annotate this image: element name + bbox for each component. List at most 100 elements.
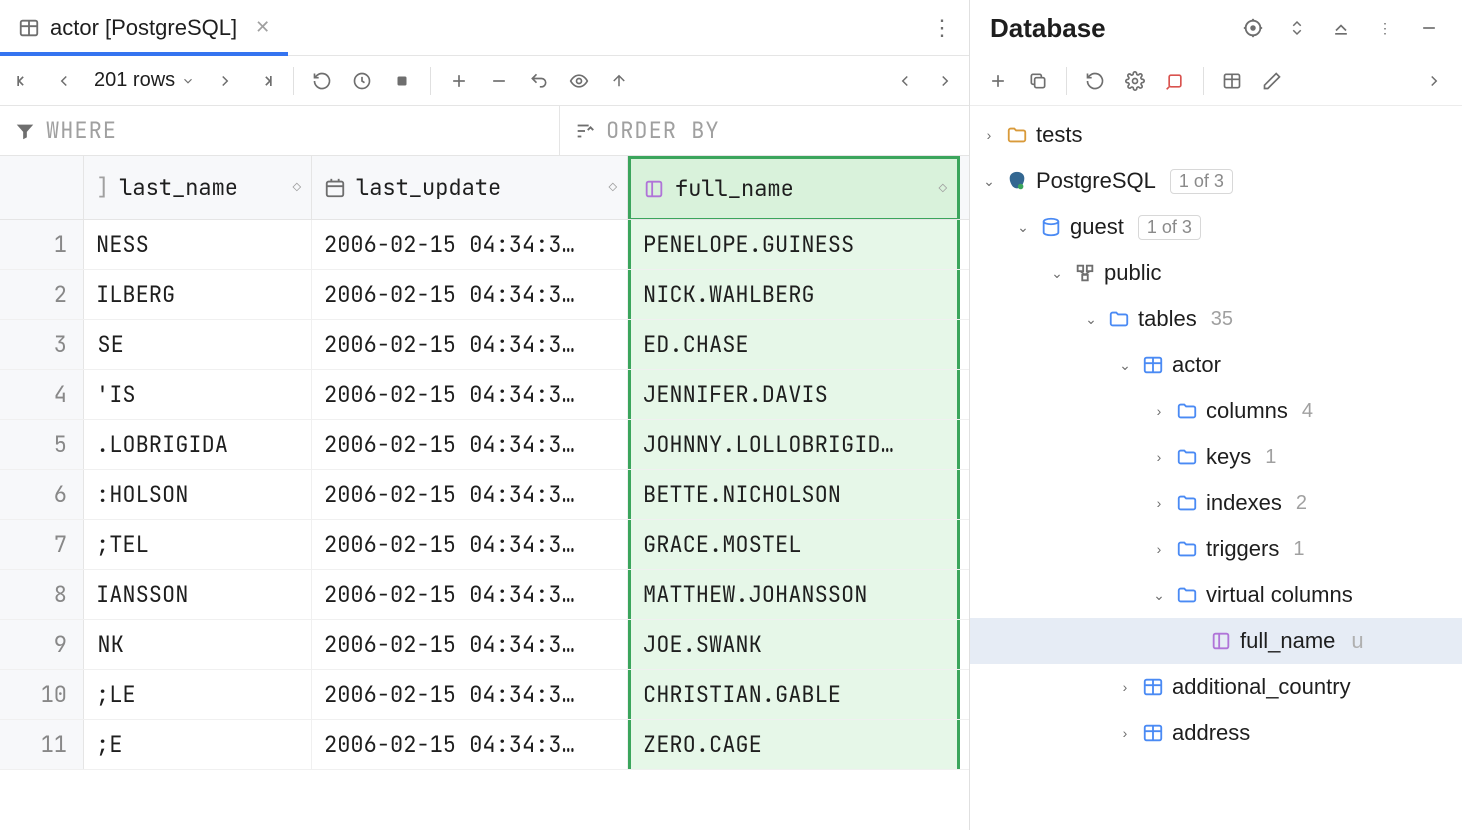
tab-close-icon[interactable]: ✕ <box>255 17 270 38</box>
cell-last-update[interactable]: 2006-02-15 04:34:3… <box>312 370 628 419</box>
cell-last-name[interactable]: ILBERG <box>84 270 312 319</box>
cell-last-name[interactable]: ;LE <box>84 670 312 719</box>
refresh-button[interactable] <box>1077 63 1113 99</box>
table-row[interactable]: 6:HOLSON2006-02-15 04:34:3…BETTE.NICHOLS… <box>0 470 969 520</box>
cell-full-name[interactable]: ZERO.CAGE <box>628 720 960 769</box>
tree-node-guest[interactable]: ⌄ guest 1 of 3 <box>970 204 1462 250</box>
column-rownum[interactable] <box>0 156 84 219</box>
last-page-button[interactable] <box>247 63 283 99</box>
stop-connection-button[interactable] <box>1157 63 1193 99</box>
table-row[interactable]: 11;E2006-02-15 04:34:3…ZERO.CAGE <box>0 720 969 770</box>
cell-full-name[interactable]: BETTE.NICHOLSON <box>628 470 960 519</box>
tree-node-postgresql[interactable]: ⌄ PostgreSQL 1 of 3 <box>970 158 1462 204</box>
next-page-button[interactable] <box>207 63 243 99</box>
cell-last-update[interactable]: 2006-02-15 04:34:3… <box>312 320 628 369</box>
minimize-panel-icon[interactable] <box>1412 11 1446 45</box>
tree-node-tables[interactable]: ⌄ tables 35 <box>970 296 1462 342</box>
tree-node-public[interactable]: ⌄ public <box>970 250 1462 296</box>
cell-last-name[interactable]: NESS <box>84 220 312 269</box>
cell-full-name[interactable]: ED.CHASE <box>628 320 960 369</box>
target-icon[interactable] <box>1236 11 1270 45</box>
first-page-button[interactable] <box>6 63 42 99</box>
column-full-name[interactable]: full_name ◇ <box>628 156 960 219</box>
table-row[interactable]: 1NESS2006-02-15 04:34:3…PENELOPE.GUINESS <box>0 220 969 270</box>
row-number: 8 <box>0 570 84 619</box>
new-button[interactable] <box>980 63 1016 99</box>
column-last-name[interactable]: ] last_name ◇ <box>84 156 312 219</box>
nav-back-button[interactable] <box>887 63 923 99</box>
orderby-filter[interactable]: ORDER BY <box>560 106 969 155</box>
cell-last-name[interactable]: .LOBRIGIDA <box>84 420 312 469</box>
cell-last-update[interactable]: 2006-02-15 04:34:3… <box>312 470 628 519</box>
prev-page-button[interactable] <box>46 63 82 99</box>
grid-body[interactable]: 1NESS2006-02-15 04:34:3…PENELOPE.GUINESS… <box>0 220 969 830</box>
tree-node-virtual-columns[interactable]: ⌄ virtual columns <box>970 572 1462 618</box>
history-button[interactable] <box>344 63 380 99</box>
submit-button[interactable] <box>601 63 637 99</box>
cell-last-update[interactable]: 2006-02-15 04:34:3… <box>312 220 628 269</box>
table-row[interactable]: 5.LOBRIGIDA2006-02-15 04:34:3…JOHNNY.LOL… <box>0 420 969 470</box>
chevron-down-icon: ⌄ <box>1082 311 1100 328</box>
cell-full-name[interactable]: JOE.SWANK <box>628 620 960 669</box>
cell-last-update[interactable]: 2006-02-15 04:34:3… <box>312 670 628 719</box>
edit-button[interactable] <box>1254 63 1290 99</box>
revert-button[interactable] <box>521 63 557 99</box>
cell-last-name[interactable]: IANSSON <box>84 570 312 619</box>
cell-last-name[interactable]: ;E <box>84 720 312 769</box>
tab-actor[interactable]: actor [PostgreSQL] ✕ <box>0 0 288 55</box>
cell-full-name[interactable]: JENNIFER.DAVIS <box>628 370 960 419</box>
expand-button[interactable] <box>1416 63 1452 99</box>
cell-full-name[interactable]: MATTHEW.JOHANSSON <box>628 570 960 619</box>
table-row[interactable]: 4'IS2006-02-15 04:34:3…JENNIFER.DAVIS <box>0 370 969 420</box>
row-count[interactable]: 201 rows <box>86 69 203 92</box>
tree-node-tests[interactable]: › tests <box>970 112 1462 158</box>
reload-button[interactable] <box>304 63 340 99</box>
cell-last-name[interactable]: 'IS <box>84 370 312 419</box>
expand-collapse-icon[interactable] <box>1280 11 1314 45</box>
cell-last-name[interactable]: ;TEL <box>84 520 312 569</box>
table-row[interactable]: 2ILBERG2006-02-15 04:34:3…NICK.WAHLBERG <box>0 270 969 320</box>
cell-full-name[interactable]: JOHNNY.LOLLOBRIGID… <box>628 420 960 469</box>
database-panel: Database ⋮ › tests <box>970 0 1462 830</box>
nav-forward-button[interactable] <box>927 63 963 99</box>
close-panel-icon[interactable] <box>1324 11 1358 45</box>
tree-node-columns[interactable]: › columns 4 <box>970 388 1462 434</box>
table-row[interactable]: 7;TEL2006-02-15 04:34:3…GRACE.MOSTEL <box>0 520 969 570</box>
stop-button[interactable] <box>384 63 420 99</box>
tree-node-additional-country[interactable]: › additional_country <box>970 664 1462 710</box>
tree-node-triggers[interactable]: › triggers 1 <box>970 526 1462 572</box>
view-mode-button[interactable] <box>1214 63 1250 99</box>
tree-node-address[interactable]: › address <box>970 710 1462 756</box>
cell-last-name[interactable]: SE <box>84 320 312 369</box>
cell-full-name[interactable]: PENELOPE.GUINESS <box>628 220 960 269</box>
cell-last-update[interactable]: 2006-02-15 04:34:3… <box>312 270 628 319</box>
tree-node-indexes[interactable]: › indexes 2 <box>970 480 1462 526</box>
cell-last-update[interactable]: 2006-02-15 04:34:3… <box>312 620 628 669</box>
table-row[interactable]: 10;LE2006-02-15 04:34:3…CHRISTIAN.GABLE <box>0 670 969 720</box>
duplicate-button[interactable] <box>1020 63 1056 99</box>
panel-menu-icon[interactable]: ⋮ <box>1368 11 1402 45</box>
where-filter[interactable]: WHERE <box>0 106 560 155</box>
table-row[interactable]: 8IANSSON2006-02-15 04:34:3…MATTHEW.JOHAN… <box>0 570 969 620</box>
settings-button[interactable] <box>1117 63 1153 99</box>
tree-node-keys[interactable]: › keys 1 <box>970 434 1462 480</box>
add-row-button[interactable] <box>441 63 477 99</box>
cell-last-update[interactable]: 2006-02-15 04:34:3… <box>312 570 628 619</box>
table-row[interactable]: 9 NK2006-02-15 04:34:3…JOE.SWANK <box>0 620 969 670</box>
cell-last-update[interactable]: 2006-02-15 04:34:3… <box>312 420 628 469</box>
delete-row-button[interactable] <box>481 63 517 99</box>
count-badge: 1 of 3 <box>1170 169 1233 194</box>
preview-button[interactable] <box>561 63 597 99</box>
tree-node-actor[interactable]: ⌄ actor <box>970 342 1462 388</box>
tab-overflow-menu[interactable]: ⋮ <box>915 15 969 41</box>
cell-full-name[interactable]: NICK.WAHLBERG <box>628 270 960 319</box>
cell-last-name[interactable]: :HOLSON <box>84 470 312 519</box>
cell-full-name[interactable]: CHRISTIAN.GABLE <box>628 670 960 719</box>
cell-last-name[interactable]: NK <box>84 620 312 669</box>
tree-node-full-name[interactable]: full_name u <box>970 618 1462 664</box>
table-row[interactable]: 3 SE2006-02-15 04:34:3…ED.CHASE <box>0 320 969 370</box>
column-last-update[interactable]: last_update ◇ <box>312 156 628 219</box>
cell-last-update[interactable]: 2006-02-15 04:34:3… <box>312 720 628 769</box>
cell-full-name[interactable]: GRACE.MOSTEL <box>628 520 960 569</box>
cell-last-update[interactable]: 2006-02-15 04:34:3… <box>312 520 628 569</box>
